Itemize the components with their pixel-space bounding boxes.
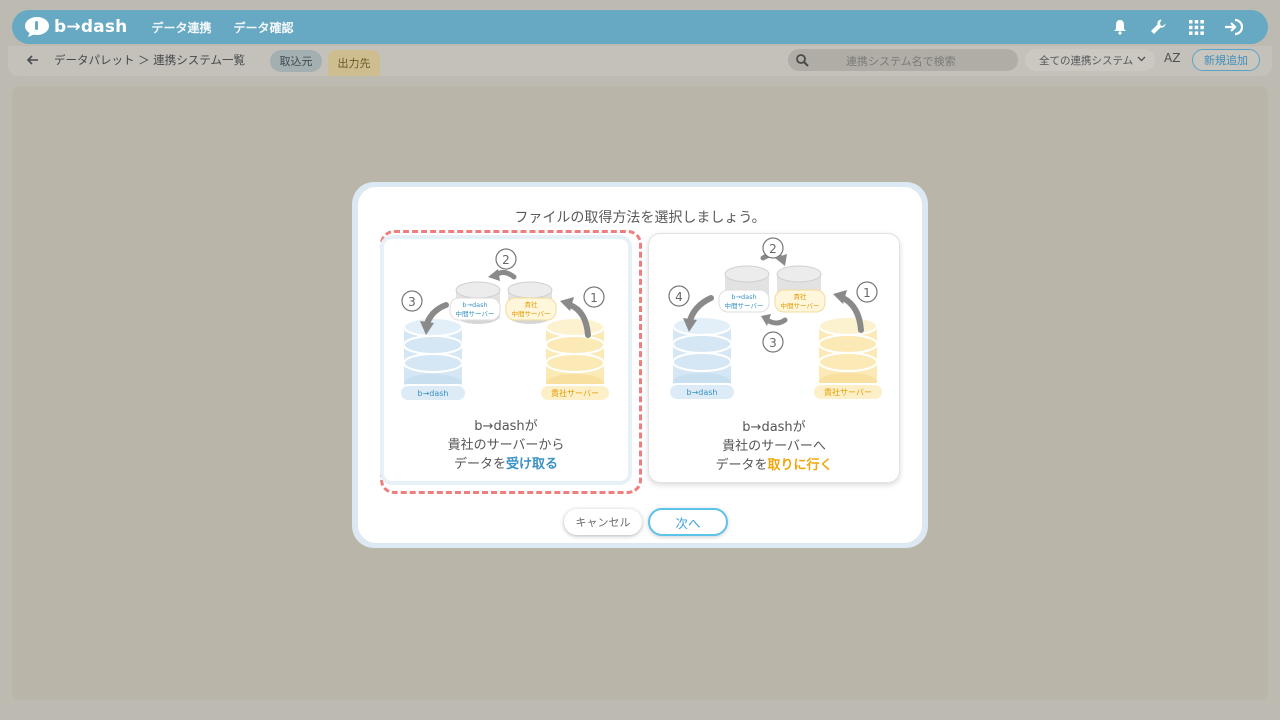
sub-toolbar: データパレット ＞ 連携システム一覧 取込元 出力先 連携システム名で検索 全て…: [8, 46, 1272, 76]
option-fetch-card[interactable]: b→dash 中間サーバー 貴社 中間サーバー b→dash 貴社サーバー 1 …: [648, 233, 900, 483]
nav-data-check[interactable]: データ確認: [234, 19, 294, 36]
search-icon: [796, 54, 809, 67]
search-placeholder: 連携システム名で検索: [846, 55, 956, 68]
breadcrumb[interactable]: データパレット ＞ 連携システム一覧: [54, 52, 245, 68]
svg-text:2: 2: [769, 242, 777, 256]
logo-chat-icon: [25, 17, 49, 37]
file-method-modal: ファイルの取得方法を選択しましょう。 b→dash 中間サーバー 貴社 中間サー…: [352, 182, 928, 548]
option-receive-card[interactable]: b→dash 中間サーバー 貴社 中間サーバー b→dash 貴社サーバー 1 …: [380, 235, 632, 485]
header-icons: [1110, 10, 1244, 44]
client-db-icon: [545, 317, 605, 392]
svg-text:1: 1: [863, 286, 871, 300]
svg-text:4: 4: [675, 290, 683, 304]
client-db-icon: [818, 316, 878, 391]
filter-value: 全ての連携システム: [1039, 54, 1134, 67]
svg-text:b→dash: b→dash: [462, 301, 487, 309]
receive-diagram: b→dash 中間サーバー 貴社 中間サーバー b→dash 貴社サーバー 1 …: [399, 248, 611, 402]
logout-icon[interactable]: [1224, 17, 1244, 37]
svg-text:貴社サーバー: 貴社サーバー: [551, 388, 599, 398]
modal-body: ファイルの取得方法を選択しましょう。 b→dash 中間サーバー 貴社 中間サー…: [358, 187, 922, 543]
svg-text:3: 3: [408, 295, 416, 309]
app-logo[interactable]: b→dash: [24, 16, 127, 38]
bdash-db-icon: [672, 316, 732, 391]
search-input[interactable]: 連携システム名で検索: [788, 49, 1018, 71]
back-arrow-icon[interactable]: [26, 53, 40, 67]
svg-text:b→dash: b→dash: [731, 293, 756, 301]
svg-text:b→dash: b→dash: [687, 388, 718, 397]
chevron-down-icon: [1137, 56, 1146, 62]
next-button[interactable]: 次へ: [648, 508, 728, 536]
grid-icon[interactable]: [1186, 17, 1206, 37]
add-new-button[interactable]: 新規追加: [1192, 49, 1260, 71]
svg-text:1: 1: [590, 291, 598, 305]
sort-az-icon[interactable]: AZ: [1164, 51, 1180, 65]
bell-icon[interactable]: [1110, 17, 1130, 37]
svg-text:2: 2: [502, 253, 510, 267]
svg-text:貴社: 貴社: [794, 292, 808, 301]
tab-output-destination[interactable]: 出力先: [328, 50, 380, 76]
svg-text:貴社: 貴社: [525, 300, 539, 309]
svg-text:中間サーバー: 中間サーバー: [456, 309, 495, 318]
option-fetch-description: b→dashが 貴社のサーバーへ データを取りに行く: [715, 420, 833, 473]
system-filter-select[interactable]: 全ての連携システム: [1025, 49, 1155, 71]
fetch-diagram: b→dash 中間サーバー 貴社 中間サーバー b→dash 貴社サーバー 1 …: [668, 237, 884, 401]
cancel-button[interactable]: キャンセル: [564, 509, 642, 535]
tab-import-source[interactable]: 取込元: [270, 50, 322, 72]
modal-title: ファイルの取得方法を選択しましょう。: [514, 210, 766, 226]
svg-text:中間サーバー: 中間サーバー: [725, 301, 764, 310]
fetch-highlight: 取りに行く: [767, 458, 833, 473]
logo-text: b→dash: [54, 17, 128, 37]
svg-text:3: 3: [769, 336, 777, 350]
option-receive-description: b→dashが 貴社のサーバーから データを受け取る: [447, 419, 565, 472]
nav-data-integration[interactable]: データ連携: [151, 19, 211, 36]
svg-text:中間サーバー: 中間サーバー: [512, 309, 551, 318]
svg-text:b→dash: b→dash: [418, 389, 449, 398]
bdash-db-icon: [403, 317, 463, 392]
svg-text:中間サーバー: 中間サーバー: [781, 301, 820, 310]
wrench-icon[interactable]: [1148, 17, 1168, 37]
receive-highlight: 受け取る: [506, 457, 559, 472]
top-header: b→dash データ連携 データ確認: [12, 10, 1268, 44]
svg-text:貴社サーバー: 貴社サーバー: [824, 387, 872, 397]
